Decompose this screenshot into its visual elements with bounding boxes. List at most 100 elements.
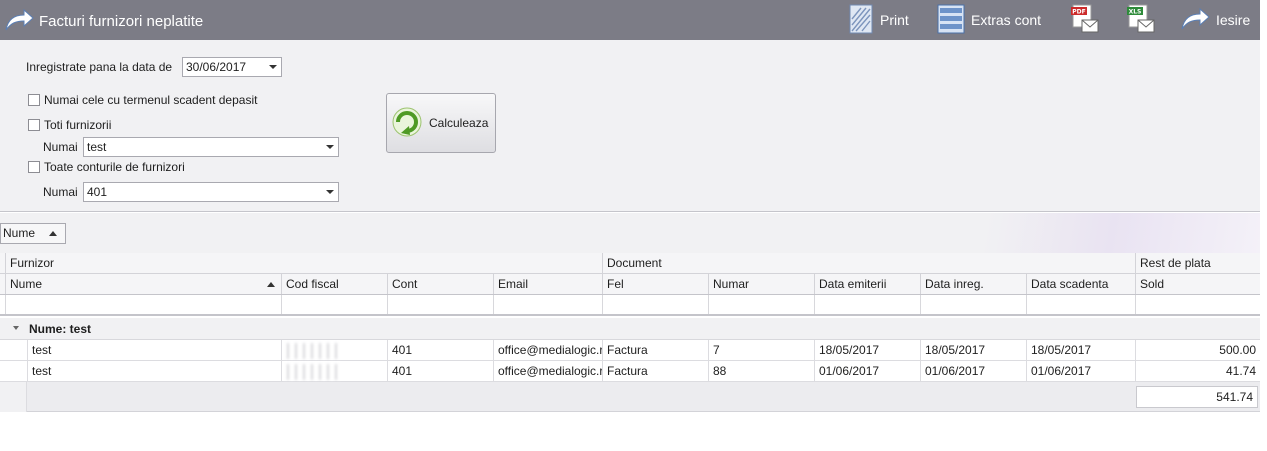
redacted-cod-fiscal xyxy=(284,343,340,359)
account-select[interactable]: 401 xyxy=(83,182,339,202)
calculate-button[interactable]: Calculeaza xyxy=(386,93,496,153)
filter-panel: Inregistrate pana la data de 30/06/2017 … xyxy=(0,40,1260,212)
cell-data-inreg[interactable]: 18/05/2017 xyxy=(920,340,1026,360)
cell-numar[interactable]: 7 xyxy=(708,340,814,360)
filter-cell-data-inreg[interactable] xyxy=(920,295,1026,314)
cell-cont[interactable]: 401 xyxy=(387,340,493,360)
column-header-cont[interactable]: Cont xyxy=(387,274,493,294)
filter-cell-cod-fiscal[interactable] xyxy=(281,295,387,314)
cell-sold[interactable]: 41.74 xyxy=(1135,361,1260,381)
chevron-down-icon xyxy=(326,145,334,149)
overdue-checkbox[interactable]: Numai cele cu termenul scadent depasit xyxy=(28,93,257,107)
table-row[interactable]: test 401 office@medialogic.ro Factura 7 … xyxy=(0,340,1260,361)
chevron-down-icon xyxy=(269,65,277,69)
column-header-numar[interactable]: Numar xyxy=(708,274,814,294)
column-header-data-emiterii[interactable]: Data emiterii xyxy=(814,274,920,294)
band-rest-de-plata[interactable]: Rest de plata xyxy=(1135,253,1260,273)
group-by-panel: Nume xyxy=(0,213,1260,253)
email-xls-button[interactable]: XLS xyxy=(1126,4,1156,35)
only-account-label: Numai xyxy=(43,185,78,199)
auto-filter-row xyxy=(0,295,1260,316)
date-value: 30/06/2017 xyxy=(186,60,247,74)
checkbox-box[interactable] xyxy=(28,94,40,106)
curved-arrow-icon xyxy=(4,8,34,35)
band-header-row: Furnizor Document Rest de plata xyxy=(0,253,1260,274)
cell-email[interactable]: office@medialogic.ro xyxy=(493,361,602,381)
cell-nume[interactable]: test xyxy=(27,361,281,381)
print-label: Print xyxy=(880,12,909,28)
document-print-icon xyxy=(848,4,874,37)
cell-data-inreg[interactable]: 01/06/2017 xyxy=(920,361,1026,381)
cell-data-scadenta[interactable]: 01/06/2017 xyxy=(1026,361,1135,381)
cell-fel[interactable]: Factura xyxy=(602,340,708,360)
svg-text:PDF: PDF xyxy=(1072,8,1085,15)
column-header-label: Nume xyxy=(10,277,43,291)
group-row-nume-test[interactable]: Nume: test xyxy=(0,318,1260,340)
sold-total: 541.74 xyxy=(1136,386,1258,408)
cell-cont[interactable]: 401 xyxy=(387,361,493,381)
checkbox-box[interactable] xyxy=(28,161,40,173)
column-header-data-scadenta[interactable]: Data scadenta xyxy=(1026,274,1135,294)
all-suppliers-checkbox[interactable]: Toti furnizorii xyxy=(28,118,111,132)
filter-cell-data-scadenta[interactable] xyxy=(1026,295,1135,314)
redacted-cod-fiscal xyxy=(284,364,340,380)
column-header-email[interactable]: Email xyxy=(493,274,602,294)
filter-cell-fel[interactable] xyxy=(602,295,708,314)
extras-cont-button[interactable]: Extras cont xyxy=(937,4,1042,37)
all-suppliers-label: Toti furnizorii xyxy=(44,118,112,132)
title-area: Facturi furnizori neplatite xyxy=(4,7,203,35)
column-header-cod-fiscal[interactable]: Cod fiscal xyxy=(281,274,387,294)
column-header-nume[interactable]: Nume xyxy=(5,274,281,294)
statement-list-icon xyxy=(937,4,965,37)
supplier-select[interactable]: test xyxy=(83,137,339,157)
supplier-value: test xyxy=(87,140,107,154)
filter-cell-sold[interactable] xyxy=(1135,295,1260,314)
band-document[interactable]: Document xyxy=(602,253,1135,273)
cell-nume[interactable]: test xyxy=(27,340,281,360)
exit-label: Iesire xyxy=(1216,12,1251,28)
account-value: 401 xyxy=(87,185,108,199)
refresh-icon xyxy=(389,104,425,143)
cell-data-emiterii[interactable]: 01/06/2017 xyxy=(814,361,920,381)
group-by-nume-chip[interactable]: Nume xyxy=(0,223,66,244)
cell-numar[interactable]: 88 xyxy=(708,361,814,381)
group-title: Nume: test xyxy=(29,322,92,336)
column-header-data-inreg[interactable]: Data inreg. xyxy=(920,274,1026,294)
band-furnizor[interactable]: Furnizor xyxy=(5,253,602,273)
chevron-down-icon xyxy=(326,190,334,194)
pdf-email-icon: PDF xyxy=(1070,4,1100,37)
group-indent xyxy=(0,382,27,412)
filter-cell-numar[interactable] xyxy=(708,295,814,314)
window-title: Facturi furnizori neplatite xyxy=(39,12,204,30)
exit-button[interactable]: Iesire xyxy=(1180,5,1250,35)
email-pdf-button[interactable]: PDF xyxy=(1070,4,1100,37)
cell-data-scadenta[interactable]: 18/05/2017 xyxy=(1026,340,1135,360)
extras-cont-label: Extras cont xyxy=(971,12,1042,28)
only-supplier-label: Numai xyxy=(43,140,78,154)
collapse-caret-icon[interactable] xyxy=(13,326,19,330)
print-button[interactable]: Print xyxy=(848,4,909,37)
all-accounts-label: Toate conturile de furnizori xyxy=(44,160,185,174)
sort-ascending-icon xyxy=(267,282,275,287)
filter-cell-cont[interactable] xyxy=(387,295,493,314)
window-edge xyxy=(1260,0,1267,451)
group-chip-label: Nume xyxy=(3,226,36,240)
date-picker[interactable]: 30/06/2017 xyxy=(182,57,282,77)
checkbox-box[interactable] xyxy=(28,119,40,131)
cell-email[interactable]: office@medialogic.ro xyxy=(493,340,602,360)
column-header-sold[interactable]: Sold xyxy=(1135,274,1260,294)
svg-text:XLS: XLS xyxy=(1129,8,1142,15)
cell-sold[interactable]: 500.00 xyxy=(1135,340,1260,360)
table-row[interactable]: test 401 office@medialogic.ro Factura 88… xyxy=(0,361,1260,382)
filter-cell-nume[interactable] xyxy=(5,295,281,314)
calculate-label: Calculeaza xyxy=(429,116,489,130)
filter-cell-data-emiterii[interactable] xyxy=(814,295,920,314)
cell-data-emiterii[interactable]: 18/05/2017 xyxy=(814,340,920,360)
filter-cell-email[interactable] xyxy=(493,295,602,314)
date-label: Inregistrate pana la data de xyxy=(26,60,173,74)
column-header-fel[interactable]: Fel xyxy=(602,274,708,294)
all-accounts-checkbox[interactable]: Toate conturile de furnizori xyxy=(28,160,185,174)
cell-fel[interactable]: Factura xyxy=(602,361,708,381)
curved-arrow-icon xyxy=(1180,7,1210,34)
group-footer-row: 541.74 xyxy=(0,382,1260,412)
